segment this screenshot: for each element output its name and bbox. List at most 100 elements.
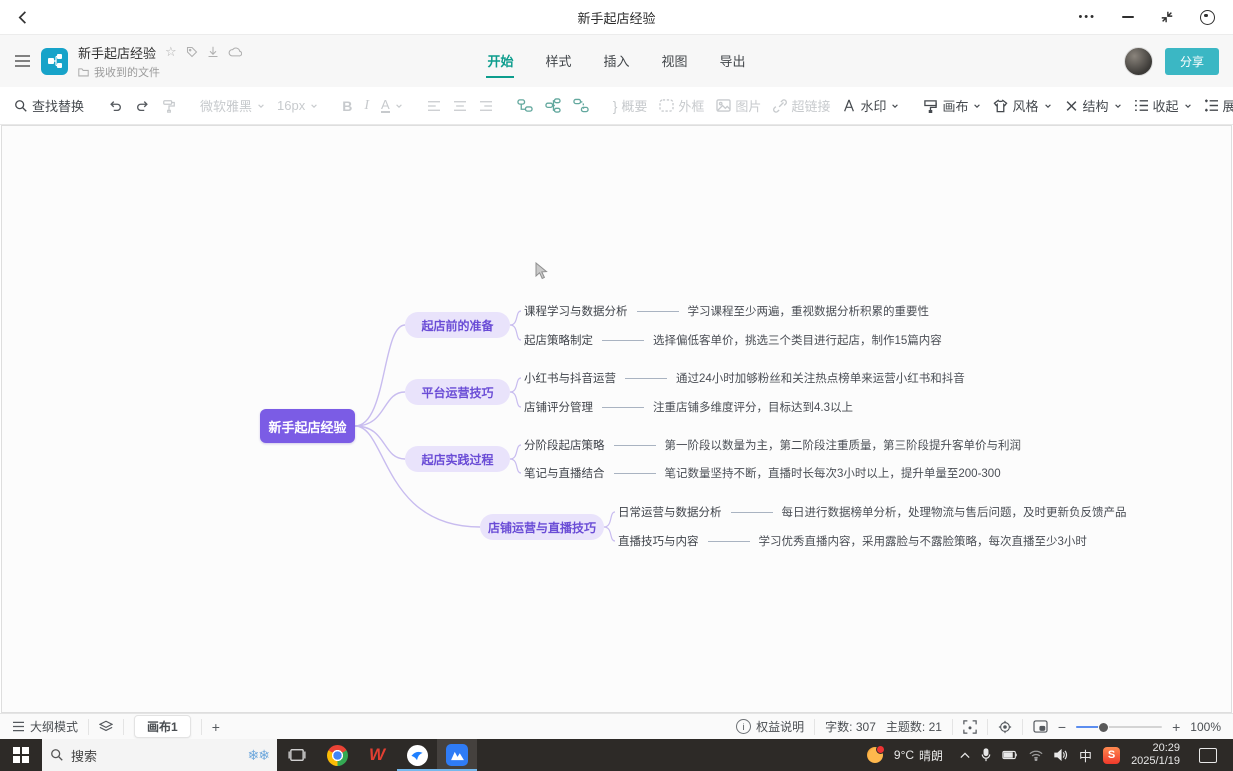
volume-icon[interactable] xyxy=(1054,749,1068,761)
insert-sibling-topic-button[interactable] xyxy=(517,98,533,113)
tray-expand-caret[interactable] xyxy=(960,752,970,759)
mindmap-leaf-label[interactable]: 课程学习与数据分析 xyxy=(524,303,628,319)
mindmap-leaf-label[interactable]: 笔记与直播结合 xyxy=(524,465,605,481)
mindmap-leaf-note[interactable]: 通过24小时加够粉丝和关注热点榜单来运营小红书和抖音 xyxy=(676,370,965,386)
record-icon[interactable] xyxy=(1200,10,1215,25)
zoom-in-button[interactable]: + xyxy=(1172,719,1180,735)
mindmap-leaf-label[interactable]: 起店策略制定 xyxy=(524,332,593,348)
taskbar-treemind-icon[interactable] xyxy=(437,739,477,771)
insert-relation-button[interactable] xyxy=(573,98,589,113)
mindmap-canvas[interactable]: 新手起店经验 起店前的准备课程学习与数据分析 学习课程至少两遍，重视数据分析积累的重… xyxy=(1,125,1232,713)
mindmap-leaf-row[interactable]: 课程学习与数据分析 学习课程至少两遍，重视数据分析积累的重要性 xyxy=(524,303,929,319)
mindmap-leaf-row[interactable]: 小红书与抖音运营 通过24小时加够粉丝和关注热点榜单来运营小红书和抖音 xyxy=(524,370,965,386)
tab-insert[interactable]: 插入 xyxy=(602,45,630,78)
fit-screen-button[interactable] xyxy=(963,720,977,734)
outer-frame-button[interactable]: 外框 xyxy=(659,96,704,115)
document-title[interactable]: 新手起店经验 xyxy=(78,43,156,62)
watermark-dropdown[interactable]: 水印 xyxy=(842,96,899,115)
wifi-icon[interactable] xyxy=(1029,750,1043,761)
taskbar-wps-icon[interactable]: W xyxy=(357,739,397,771)
weather-desc[interactable]: 晴朗 xyxy=(919,747,943,764)
more-options-icon[interactable]: ••• xyxy=(1078,11,1096,23)
notification-center-icon[interactable] xyxy=(1199,748,1217,763)
bold-button[interactable]: B xyxy=(342,98,352,114)
mindmap-leaf-note[interactable]: 注重店铺多维度评分，目标达到4.3以上 xyxy=(653,399,853,415)
battery-icon[interactable] xyxy=(1002,750,1018,760)
mindmap-branch-node[interactable]: 平台运营技巧 xyxy=(405,379,510,405)
zoom-slider-handle[interactable] xyxy=(1098,722,1109,733)
mindmap-branch-node[interactable]: 起店前的准备 xyxy=(405,312,510,338)
insert-child-topic-button[interactable] xyxy=(545,98,561,113)
mindmap-leaf-label[interactable]: 日常运营与数据分析 xyxy=(618,504,722,520)
font-family-dropdown[interactable]: 微软雅黑 xyxy=(200,96,265,115)
restore-window-icon[interactable] xyxy=(1160,10,1174,24)
mindmap-branch-node[interactable]: 店铺运营与直播技巧 xyxy=(480,514,604,540)
undo-button[interactable] xyxy=(108,99,123,113)
tag-icon[interactable] xyxy=(186,46,198,58)
user-avatar[interactable] xyxy=(1124,47,1153,76)
document-location[interactable]: 我收到的文件 xyxy=(94,64,160,80)
mindmap-leaf-note[interactable]: 学习优秀直播内容，采用露脸与不露脸策略，每次直播至少3小时 xyxy=(759,533,1087,549)
rights-info-link[interactable]: i 权益说明 xyxy=(736,718,804,735)
sogou-input-icon[interactable]: S xyxy=(1103,747,1120,764)
favorite-star-icon[interactable]: ☆ xyxy=(165,44,177,60)
expand-dropdown[interactable]: 展开 xyxy=(1204,96,1233,115)
mindmap-leaf-note[interactable]: 学习课程至少两遍，重视数据分析积累的重要性 xyxy=(688,303,930,319)
align-left-button[interactable] xyxy=(427,100,441,112)
hyperlink-button[interactable]: 超链接 xyxy=(773,96,830,115)
format-painter-button[interactable] xyxy=(162,99,176,113)
redo-button[interactable] xyxy=(135,99,150,113)
hamburger-menu-icon[interactable] xyxy=(14,54,31,68)
zoom-slider[interactable] xyxy=(1076,726,1162,728)
mindmap-leaf-label[interactable]: 直播技巧与内容 xyxy=(618,533,699,549)
taskbar-chrome-icon[interactable] xyxy=(317,739,357,771)
mindmap-leaf-label[interactable]: 分阶段起店策略 xyxy=(524,437,605,453)
tab-export[interactable]: 导出 xyxy=(719,45,747,78)
structure-dropdown[interactable]: 结构 xyxy=(1064,96,1122,115)
canvas-tab-1[interactable]: 画布1 xyxy=(134,715,191,738)
mindmap-leaf-label[interactable]: 小红书与抖音运营 xyxy=(524,370,616,386)
outline-mode-button[interactable]: 大纲模式 xyxy=(12,718,78,735)
share-button[interactable]: 分享 xyxy=(1165,48,1219,75)
collapse-dropdown[interactable]: 收起 xyxy=(1134,96,1192,115)
mindmap-leaf-row[interactable]: 分阶段起店策略 第一阶段以数量为主，第二阶段注重质量，第三阶段提升客单价与利润 xyxy=(524,437,1021,453)
style-dropdown[interactable]: 风格 xyxy=(993,96,1051,115)
microphone-icon[interactable] xyxy=(981,748,991,762)
mindmap-leaf-note[interactable]: 选择偏低客单价，挑选三个类目进行起店，制作15篇内容 xyxy=(653,332,942,348)
mindmap-leaf-note[interactable]: 第一阶段以数量为主，第二阶段注重质量，第三阶段提升客单价与利润 xyxy=(665,437,1022,453)
font-size-dropdown[interactable]: 16px xyxy=(277,98,318,113)
mindmap-leaf-label[interactable]: 店铺评分管理 xyxy=(524,399,593,415)
locate-center-button[interactable] xyxy=(998,720,1012,734)
mindmap-root-node[interactable]: 新手起店经验 xyxy=(260,409,355,443)
tab-view[interactable]: 视图 xyxy=(661,45,689,78)
find-replace-button[interactable]: 查找替换 xyxy=(14,96,84,115)
mindmap-leaf-note[interactable]: 每日进行数据榜单分析，处理物流与售后问题，及时更新负反馈产品 xyxy=(782,504,1127,520)
ime-indicator[interactable]: 中 xyxy=(1079,746,1092,765)
summary-button[interactable]: } 概要 xyxy=(613,96,648,115)
mindmap-branch-node[interactable]: 起店实践过程 xyxy=(405,446,510,472)
mindmap-leaf-note[interactable]: 笔记数量坚持不断，直播时长每次3小时以上，提升单量至200-300 xyxy=(665,465,1001,481)
font-color-dropdown[interactable]: A xyxy=(381,99,403,113)
tab-start[interactable]: 开始 xyxy=(486,45,514,78)
download-icon[interactable] xyxy=(207,46,219,58)
canvas-dropdown[interactable]: 画布 xyxy=(923,96,981,115)
taskbar-dingtalk-icon[interactable] xyxy=(397,739,437,771)
minimize-icon[interactable] xyxy=(1122,16,1134,18)
taskbar-clock[interactable]: 20:29 2025/1/19 xyxy=(1131,742,1180,768)
add-canvas-button[interactable]: + xyxy=(212,719,220,735)
cloud-sync-icon[interactable] xyxy=(228,46,242,58)
mindmap-leaf-row[interactable]: 日常运营与数据分析 每日进行数据榜单分析，处理物流与售后问题，及时更新负反馈产品 xyxy=(618,504,1127,520)
layers-button[interactable] xyxy=(99,720,113,733)
back-button[interactable] xyxy=(16,10,31,25)
image-button[interactable]: 图片 xyxy=(716,96,761,115)
start-button[interactable] xyxy=(0,739,42,771)
align-right-button[interactable] xyxy=(479,100,493,112)
taskbar-search-box[interactable]: 搜索 ❄❄ xyxy=(42,739,277,771)
mindmap-leaf-row[interactable]: 直播技巧与内容 学习优秀直播内容，采用露脸与不露脸策略，每次直播至少3小时 xyxy=(618,533,1087,549)
weather-icon[interactable] xyxy=(867,747,883,763)
mindmap-leaf-row[interactable]: 笔记与直播结合 笔记数量坚持不断，直播时长每次3小时以上，提升单量至200-300 xyxy=(524,465,1001,481)
mindmap-leaf-row[interactable]: 店铺评分管理 注重店铺多维度评分，目标达到4.3以上 xyxy=(524,399,853,415)
tab-style[interactable]: 样式 xyxy=(544,45,572,78)
task-view-button[interactable] xyxy=(277,739,317,771)
align-center-button[interactable] xyxy=(453,100,467,112)
